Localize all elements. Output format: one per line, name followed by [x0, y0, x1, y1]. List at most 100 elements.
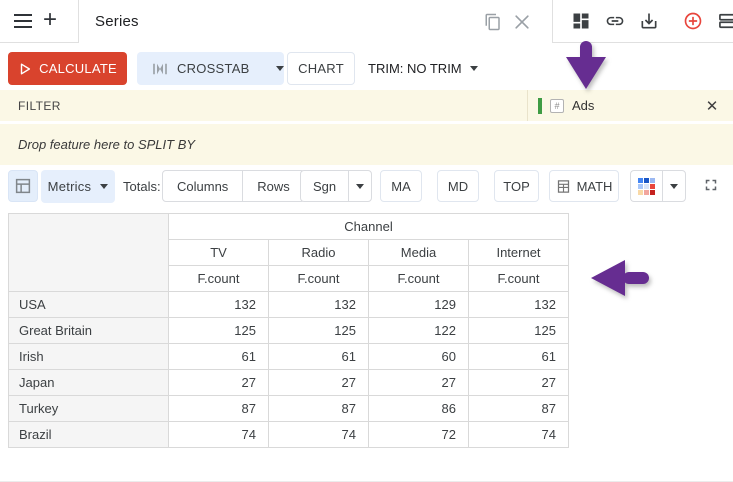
measure-header: F.count — [269, 266, 369, 292]
md-button[interactable]: MD — [437, 170, 479, 202]
table-cell: 132 — [269, 292, 369, 318]
crosstab-dropdown-caret[interactable] — [276, 66, 284, 71]
table-cell: 86 — [369, 396, 469, 422]
table-cell: 74 — [469, 422, 569, 448]
annotation-arrow-left — [589, 258, 653, 300]
palette-dropdown-caret[interactable] — [662, 170, 686, 202]
add-circle-icon[interactable] — [683, 11, 703, 31]
new-tab-button[interactable]: + — [43, 8, 57, 32]
pivot-table-icon — [14, 177, 32, 195]
measure-header: F.count — [369, 266, 469, 292]
crosstab-icon — [151, 60, 169, 78]
color-palette-button[interactable] — [630, 170, 662, 202]
layout-table-button[interactable] — [8, 170, 38, 202]
numeric-feature-icon: # — [550, 99, 564, 113]
tab-actions — [484, 0, 532, 43]
column-group-header: Channel — [169, 214, 569, 240]
app-window: + Series CALCULATE — [0, 0, 733, 482]
table-cell: 87 — [269, 396, 369, 422]
table-cell: 61 — [169, 344, 269, 370]
palette-icon — [638, 178, 655, 195]
calculate-button[interactable]: CALCULATE — [8, 52, 127, 85]
close-tab-icon[interactable] — [512, 12, 532, 32]
table-cell: 125 — [269, 318, 369, 344]
table-cell: 122 — [369, 318, 469, 344]
table-row: Brazil 74 74 72 74 — [9, 422, 569, 448]
row-label: Japan — [9, 370, 169, 396]
table-cell: 60 — [369, 344, 469, 370]
download-icon[interactable] — [639, 11, 659, 31]
totals-label: Totals: — [123, 170, 161, 202]
table-row: Channel — [9, 214, 569, 240]
sgn-split-button: Sgn — [300, 170, 372, 202]
row-label: Brazil — [9, 422, 169, 448]
ma-button[interactable]: MA — [380, 170, 422, 202]
table-cell: 27 — [469, 370, 569, 396]
filter-divider — [527, 90, 528, 121]
tab-series[interactable]: Series — [95, 0, 139, 43]
metrics-caret-icon — [100, 184, 108, 189]
sgn-button[interactable]: Sgn — [300, 170, 348, 202]
crosstab-label: CROSSTAB — [177, 61, 250, 76]
hamburger-menu-icon[interactable] — [13, 14, 33, 28]
table-row: Irish 61 61 60 61 — [9, 344, 569, 370]
table-cell: 27 — [269, 370, 369, 396]
table-cell: 132 — [469, 292, 569, 318]
filter-label: FILTER — [0, 99, 61, 113]
crosstab-button[interactable]: CROSSTAB — [137, 52, 284, 85]
feature-color-bar — [538, 98, 542, 114]
table-cell: 61 — [469, 344, 569, 370]
measure-header: F.count — [169, 266, 269, 292]
sgn-dropdown-caret[interactable] — [348, 170, 372, 202]
fullscreen-icon[interactable] — [702, 176, 720, 194]
calculate-label: CALCULATE — [39, 61, 117, 76]
dashboard-icon[interactable] — [571, 11, 591, 31]
table-cell: 27 — [369, 370, 469, 396]
table-row: Great Britain 125 125 122 125 — [9, 318, 569, 344]
totals-toggle-group: Columns Rows — [162, 170, 305, 202]
trim-dropdown[interactable]: TRIM: NO TRIM — [368, 52, 478, 85]
remove-filter-icon[interactable]: ✕ — [700, 90, 724, 121]
table-row: Japan 27 27 27 27 — [9, 370, 569, 396]
split-by-placeholder: Drop feature here to SPLIT BY — [0, 137, 195, 152]
column-header-internet: Internet — [469, 240, 569, 266]
play-icon — [18, 62, 32, 76]
crosstab-table: Channel TV Radio Media Internet F.count … — [8, 213, 569, 448]
totals-rows-button[interactable]: Rows — [243, 170, 305, 202]
feature-name: Ads — [572, 98, 594, 113]
column-header-media: Media — [369, 240, 469, 266]
color-palette-split-button — [630, 170, 686, 202]
row-label: Great Britain — [9, 318, 169, 344]
table-row: Turkey 87 87 86 87 — [9, 396, 569, 422]
table-cell: 87 — [169, 396, 269, 422]
table-cell: 74 — [169, 422, 269, 448]
table-cell: 87 — [469, 396, 569, 422]
metrics-label: Metrics — [48, 179, 92, 194]
chart-button[interactable]: CHART — [287, 52, 355, 85]
metrics-dropdown[interactable]: Metrics — [41, 170, 115, 203]
measure-header: F.count — [469, 266, 569, 292]
duplicate-icon[interactable] — [484, 13, 502, 31]
filter-feature-chip-ads[interactable]: # Ads — [538, 90, 594, 121]
totals-columns-button[interactable]: Columns — [162, 170, 243, 202]
table-cell: 72 — [369, 422, 469, 448]
table-corner — [9, 214, 169, 292]
link-icon[interactable] — [605, 11, 625, 31]
table-cell: 129 — [369, 292, 469, 318]
global-toolbar — [552, 0, 733, 43]
table-cell: 132 — [169, 292, 269, 318]
tab-strip: + — [0, 0, 79, 43]
math-button[interactable]: MATH — [549, 170, 619, 202]
trim-label: TRIM: NO TRIM — [368, 61, 462, 76]
rows-layout-icon[interactable] — [717, 11, 733, 31]
top-button[interactable]: TOP — [494, 170, 539, 202]
annotation-arrow-down — [560, 41, 612, 91]
row-label: Irish — [9, 344, 169, 370]
row-label: Turkey — [9, 396, 169, 422]
trim-caret-icon — [470, 66, 478, 71]
filter-bar: FILTER # Ads ✕ — [0, 90, 733, 121]
split-by-dropzone[interactable]: Drop feature here to SPLIT BY — [0, 124, 733, 165]
math-label: MATH — [577, 179, 613, 194]
table-cell: 74 — [269, 422, 369, 448]
table-cell: 125 — [169, 318, 269, 344]
